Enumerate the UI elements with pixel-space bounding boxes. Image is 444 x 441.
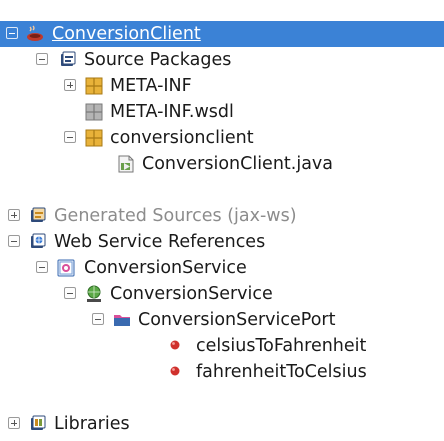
tree-node-conversion-service-reference[interactable]: ConversionService xyxy=(0,255,444,281)
tree-node-label: conversionclient xyxy=(110,128,254,148)
collapse-toggle[interactable] xyxy=(36,53,48,65)
tree-node-conversionclient-java[interactable]: ConversionClient.java xyxy=(0,151,444,177)
coffee-cup-icon xyxy=(27,25,43,41)
collapse-toggle[interactable] xyxy=(92,313,104,325)
tree-node-label: fahrenheitToCelsius xyxy=(196,362,367,382)
operation-bullet-icon xyxy=(170,366,180,376)
tree-node-meta-inf[interactable]: META-INF xyxy=(0,73,444,99)
tree-node-label: META-INF xyxy=(110,76,192,96)
expand-toggle[interactable] xyxy=(64,79,76,91)
collapse-toggle[interactable] xyxy=(6,27,18,39)
libraries-icon xyxy=(31,415,46,430)
collapse-toggle[interactable] xyxy=(36,261,48,273)
tree-node-web-service-references[interactable]: Web Service References xyxy=(0,229,444,255)
tree-node-meta-inf-wsdl[interactable]: META-INF.wsdl xyxy=(0,99,444,125)
operation-bullet-icon xyxy=(170,340,180,350)
tree-node-conversion-service-port[interactable]: ConversionServicePort xyxy=(0,307,444,333)
tree-node-label: Web Service References xyxy=(54,232,266,252)
package-icon xyxy=(85,129,103,147)
tree-node-source-packages[interactable]: Source Packages xyxy=(0,47,444,73)
generated-sources-icon xyxy=(31,207,46,222)
java-file-icon xyxy=(118,155,134,173)
tree-node-generated-sources[interactable]: Generated Sources (jax-ws) xyxy=(0,203,444,229)
tree-node-label: ConversionClient.java xyxy=(142,154,334,174)
service-globe-icon xyxy=(87,285,101,302)
empty-package-icon xyxy=(85,103,103,121)
tree-node-label: ConversionService xyxy=(110,284,273,304)
collapse-toggle[interactable] xyxy=(64,131,76,143)
project-tree: ConversionClient Source Packages META-IN… xyxy=(0,0,444,441)
tree-node-op-celsius-to-fahrenheit[interactable]: celsiusToFahrenheit xyxy=(0,333,444,359)
tree-node-libraries[interactable]: Libraries xyxy=(0,411,444,437)
tree-node-label: META-INF.wsdl xyxy=(110,102,234,122)
web-service-references-icon xyxy=(31,233,46,248)
tree-node-conversionclient-project[interactable]: ConversionClient xyxy=(0,21,444,47)
package-icon xyxy=(85,77,103,95)
port-folder-icon xyxy=(114,315,130,326)
source-packages-icon xyxy=(61,51,76,66)
tree-node-conversionclient-package[interactable]: conversionclient xyxy=(0,125,444,151)
tree-node-label: ConversionService xyxy=(84,258,247,278)
collapse-toggle[interactable] xyxy=(64,287,76,299)
tree-node-label: Source Packages xyxy=(84,50,232,70)
tree-node-op-fahrenheit-to-celsius[interactable]: fahrenheitToCelsius xyxy=(0,359,444,385)
tree-node-label: Libraries xyxy=(54,414,130,434)
collapse-toggle[interactable] xyxy=(8,235,20,247)
tree-node-label: celsiusToFahrenheit xyxy=(196,336,367,356)
tree-node-conversion-service[interactable]: ConversionService xyxy=(0,281,444,307)
expand-toggle[interactable] xyxy=(8,417,20,429)
web-service-icon xyxy=(57,259,75,277)
tree-node-label: Generated Sources (jax-ws) xyxy=(54,206,297,226)
tree-node-label: ConversionClient xyxy=(52,24,201,44)
expand-toggle[interactable] xyxy=(8,209,20,221)
tree-node-label: ConversionServicePort xyxy=(138,310,336,330)
